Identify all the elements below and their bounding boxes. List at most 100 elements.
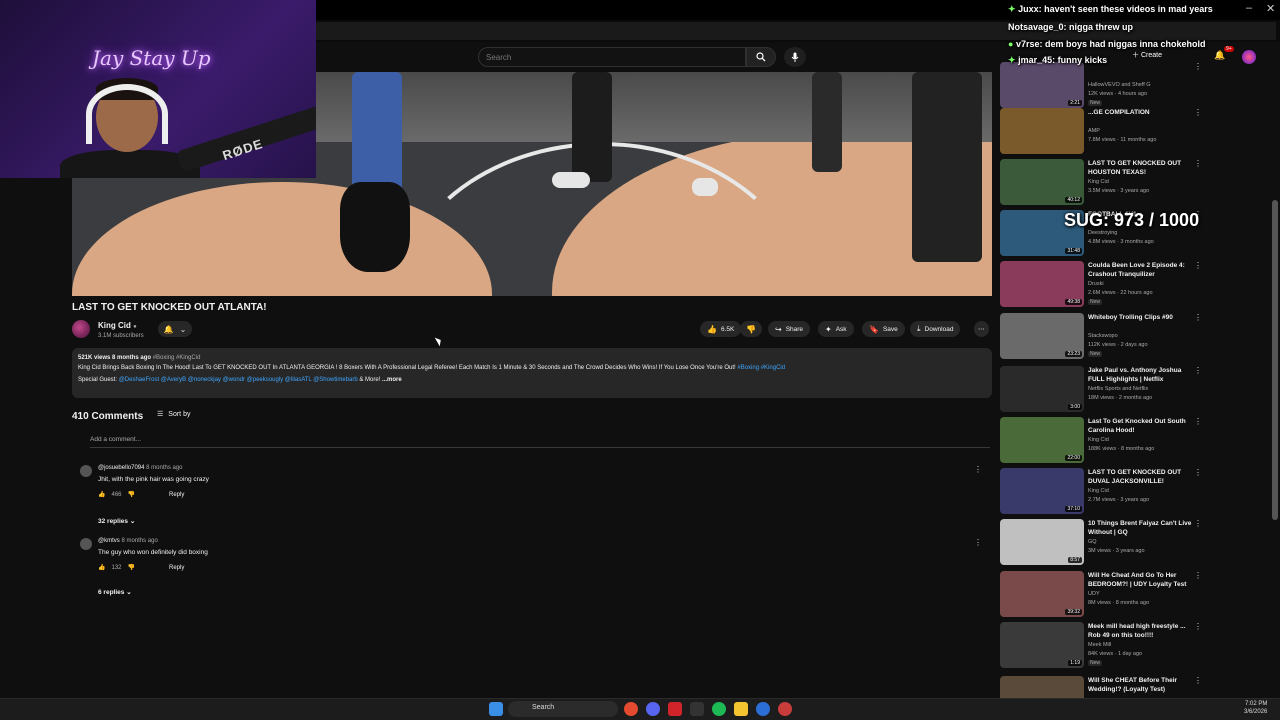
- more-options-icon[interactable]: ⋮: [1194, 417, 1202, 426]
- thumbs-down-icon[interactable]: 👎: [128, 564, 135, 571]
- recommended-channel[interactable]: AMP: [1088, 128, 1100, 134]
- comment-author[interactable]: @josuebello7094 8 months ago: [98, 465, 183, 471]
- taskbar-clock[interactable]: 7:02 PM 3/6/2026: [1244, 700, 1267, 716]
- thumbs-down-icon[interactable]: 👎: [128, 491, 135, 498]
- more-options-icon[interactable]: ⋮: [1194, 622, 1202, 631]
- recommended-video[interactable]: 39:32 Will He Cheat And Go To Her BEDROOM…: [1000, 571, 1210, 617]
- recommended-title[interactable]: LAST TO GET KNOCKED OUT DUVAL JACKSONVIL…: [1088, 468, 1192, 486]
- create-button[interactable]: ＋ Create: [1132, 50, 1162, 60]
- recommended-title[interactable]: Last To Get Knocked Out South Carolina H…: [1088, 417, 1192, 435]
- recommended-channel[interactable]: Druski: [1088, 281, 1104, 287]
- recommended-channel[interactable]: Netflix Sports and Netflix: [1088, 386, 1148, 392]
- comment-author[interactable]: @kmtvs 8 months ago: [98, 538, 158, 544]
- video-thumbnail[interactable]: [1000, 108, 1084, 154]
- download-button[interactable]: ⤓ Download: [910, 321, 961, 337]
- recommended-title[interactable]: LAST TO GET KNOCKED OUT HOUSTON TEXAS!: [1088, 159, 1192, 177]
- comment-avatar[interactable]: [80, 538, 92, 550]
- recommended-video[interactable]: 40:12 LAST TO GET KNOCKED OUT HOUSTON TEX…: [1000, 159, 1210, 205]
- dislike-button[interactable]: 👎: [740, 321, 762, 337]
- thumbs-up-icon[interactable]: 👍: [98, 564, 105, 571]
- windows-start-icon[interactable]: [489, 702, 503, 716]
- recommended-title[interactable]: Coulda Been Love 2 Episode 4: Crashout T…: [1088, 261, 1192, 279]
- recommended-video[interactable]: 2:21 HallowVEVO and Sheff G 12K views · 4 …: [1000, 62, 1210, 108]
- recommended-channel[interactable]: GQ: [1088, 539, 1097, 545]
- reply-button[interactable]: Reply: [169, 492, 184, 498]
- like-button[interactable]: 👍 6.5K: [700, 321, 742, 337]
- more-options-icon[interactable]: ⋮: [1194, 62, 1202, 71]
- comment-avatar[interactable]: [80, 465, 92, 477]
- recommended-video[interactable]: ...GE COMPILATION AMP 7.8M views · 11 mont…: [1000, 108, 1210, 154]
- video-thumbnail[interactable]: 1:19: [1000, 622, 1084, 668]
- video-thumbnail[interactable]: 22:00: [1000, 417, 1084, 463]
- close-icon[interactable]: ✕: [1266, 2, 1275, 15]
- more-actions-button[interactable]: ⋯: [974, 321, 989, 337]
- more-options-icon[interactable]: ⋮: [1194, 676, 1202, 685]
- recommended-video[interactable]: 1:19 Meek mill head high freestyle ... Ro…: [1000, 622, 1210, 668]
- show-more-button[interactable]: ...more: [382, 377, 402, 383]
- recommended-title[interactable]: Will He Cheat And Go To Her BEDROOM?! | …: [1088, 571, 1192, 589]
- recommended-channel[interactable]: Meek Mill: [1088, 642, 1111, 648]
- description-box[interactable]: 521K views 8 months ago #Boxing #KingCid…: [72, 348, 992, 398]
- recommended-title[interactable]: Whiteboy Trolling Clips #90: [1088, 313, 1192, 322]
- taskbar-search[interactable]: Search: [508, 701, 618, 717]
- guest-links[interactable]: @DeshaeFrost @AveryB @noneckjay @wondr @…: [119, 377, 358, 383]
- discord-icon[interactable]: [646, 702, 660, 716]
- recommended-video[interactable]: 37:10 LAST TO GET KNOCKED OUT DUVAL JACKS…: [1000, 468, 1210, 514]
- app-icon[interactable]: [756, 702, 770, 716]
- recommended-title[interactable]: Meek mill head high freestyle ... Rob 49…: [1088, 622, 1192, 640]
- more-options-icon[interactable]: ⋮: [1194, 313, 1202, 322]
- video-thumbnail[interactable]: 39:32: [1000, 571, 1084, 617]
- recommended-video[interactable]: 22:00 Last To Get Knocked Out South Carol…: [1000, 417, 1210, 463]
- search-button[interactable]: [746, 47, 776, 67]
- recommended-channel[interactable]: King Cid: [1088, 437, 1109, 443]
- subscribe-bell-button[interactable]: 🔔 ⌄: [158, 321, 192, 337]
- description-hashtags[interactable]: #Boxing #KingCid: [737, 365, 785, 371]
- more-options-icon[interactable]: ⋮: [1194, 366, 1202, 375]
- spotify-icon[interactable]: [712, 702, 726, 716]
- recommended-channel[interactable]: King Cid: [1088, 488, 1109, 494]
- add-comment-input[interactable]: Add a comment...: [90, 436, 990, 448]
- chrome-icon[interactable]: [624, 702, 638, 716]
- obs-icon[interactable]: [778, 702, 792, 716]
- app-icon[interactable]: [690, 702, 704, 716]
- app-icon[interactable]: [668, 702, 682, 716]
- search-input[interactable]: Search: [478, 47, 746, 67]
- recommended-channel[interactable]: HallowVEVO and Sheff G: [1088, 82, 1151, 88]
- ask-button[interactable]: ✦ Ask: [818, 321, 854, 337]
- video-thumbnail[interactable]: 37:10: [1000, 468, 1084, 514]
- recommended-channel[interactable]: King Cid: [1088, 179, 1109, 185]
- recommended-video[interactable]: 8:57 10 Things Brent Faiyaz Can't Live Wi…: [1000, 519, 1210, 565]
- channel-avatar[interactable]: [72, 320, 90, 338]
- more-options-icon[interactable]: ⋮: [1194, 571, 1202, 580]
- user-avatar[interactable]: [1242, 50, 1256, 64]
- more-options-icon[interactable]: ⋮: [1194, 108, 1202, 117]
- recommended-title[interactable]: 10 Things Brent Faiyaz Can't Live Withou…: [1088, 519, 1192, 537]
- recommended-video[interactable]: 3:00 Jake Paul vs. Anthony Joshua FULL Hi…: [1000, 366, 1210, 412]
- more-options-icon[interactable]: ⋮: [1194, 159, 1202, 168]
- video-thumbnail[interactable]: 2:21: [1000, 62, 1084, 108]
- video-thumbnail[interactable]: 23:23: [1000, 313, 1084, 359]
- minimize-icon[interactable]: –: [1246, 2, 1252, 14]
- video-thumbnail[interactable]: 8:57: [1000, 519, 1084, 565]
- share-button[interactable]: ↪ Share: [768, 321, 811, 337]
- thumbs-up-icon[interactable]: 👍: [98, 491, 105, 498]
- save-button[interactable]: 🔖 Save: [862, 321, 905, 337]
- comment-menu-icon[interactable]: ⋮: [974, 465, 982, 474]
- video-thumbnail[interactable]: 3:00: [1000, 366, 1084, 412]
- recommended-video[interactable]: 49:38 Coulda Been Love 2 Episode 4: Crash…: [1000, 261, 1210, 307]
- view-replies-button[interactable]: 6 replies ⌄: [98, 588, 132, 596]
- page-scrollbar[interactable]: [1272, 200, 1278, 520]
- recommended-title[interactable]: Jake Paul vs. Anthony Joshua FULL Highli…: [1088, 366, 1192, 384]
- channel-name[interactable]: King Cid ●: [98, 321, 137, 330]
- comment-menu-icon[interactable]: ⋮: [974, 538, 982, 547]
- more-options-icon[interactable]: ⋮: [1194, 468, 1202, 477]
- recommended-channel[interactable]: UDY: [1088, 591, 1100, 597]
- more-options-icon[interactable]: ⋮: [1194, 261, 1202, 270]
- more-options-icon[interactable]: ⋮: [1194, 519, 1202, 528]
- video-thumbnail[interactable]: 40:12: [1000, 159, 1084, 205]
- voice-search-button[interactable]: [784, 47, 806, 67]
- notifications-bell-icon[interactable]: 🔔: [1214, 50, 1225, 61]
- sort-comments-button[interactable]: ☰ Sort by: [157, 410, 190, 419]
- reply-button[interactable]: Reply: [169, 565, 184, 571]
- recommended-channel[interactable]: Stackswopo: [1088, 333, 1118, 339]
